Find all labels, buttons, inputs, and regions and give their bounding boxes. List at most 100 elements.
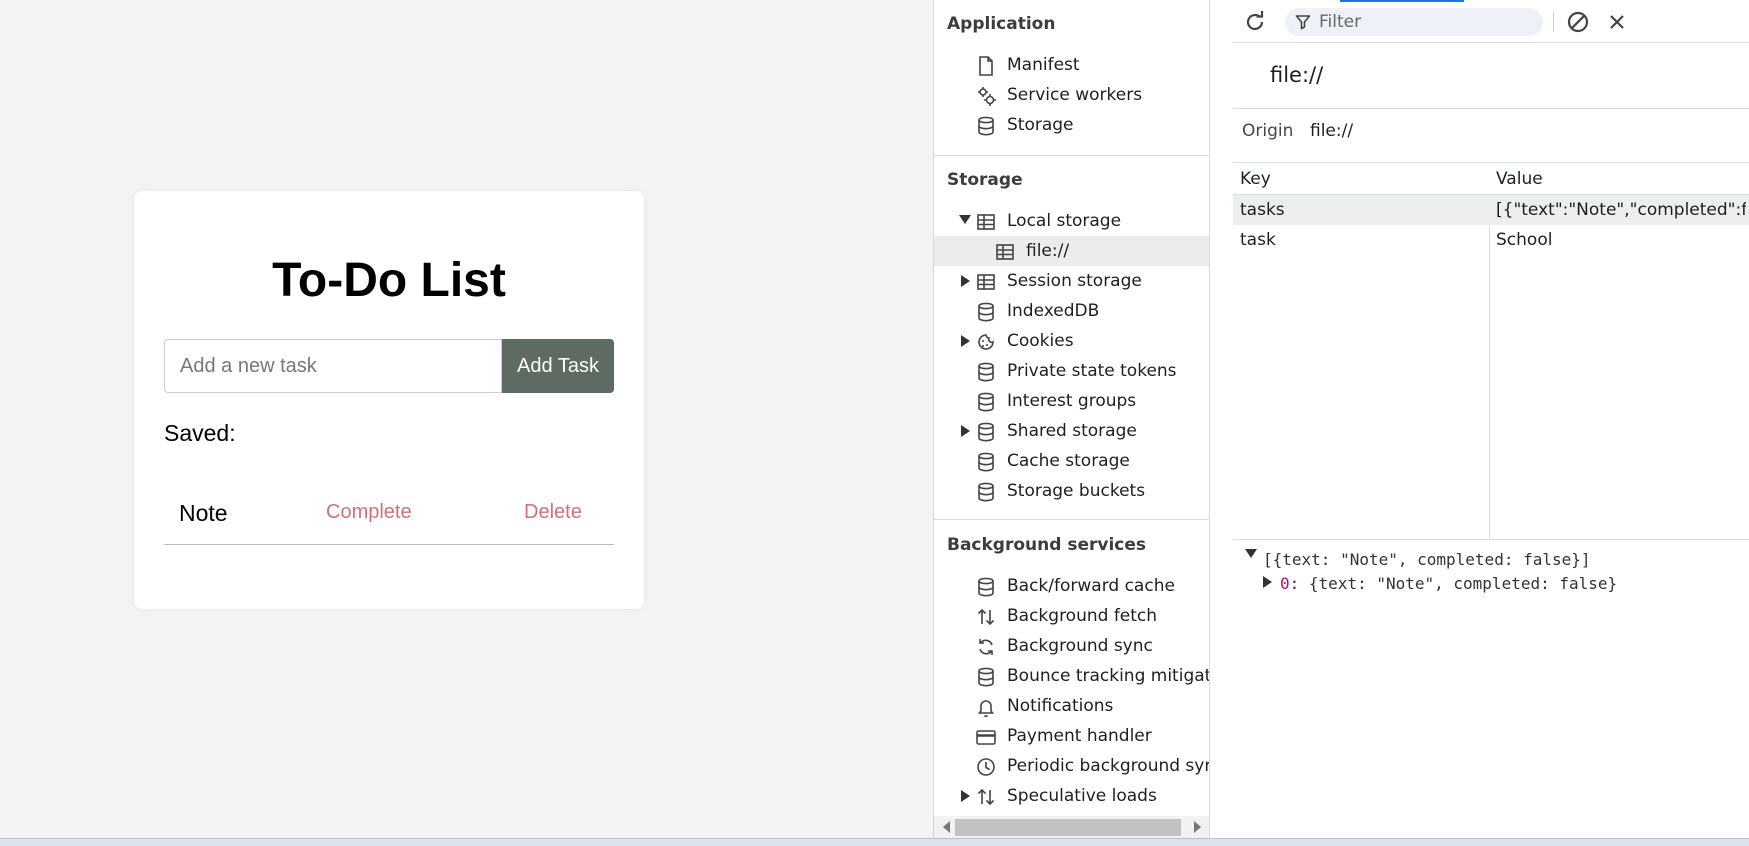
sidebar-item-label: Local storage xyxy=(1007,211,1122,231)
storage-main-pane: file:// Origin file:// Key Value tasks [… xyxy=(1233,0,1749,838)
sidebar-item-label: file:// xyxy=(1026,241,1070,261)
sidebar-item-cache-storage[interactable]: Cache storage xyxy=(934,446,1209,476)
section-divider xyxy=(934,155,1209,156)
column-header-key[interactable]: Key xyxy=(1240,169,1271,189)
sidebar-item-label: Back/forward cache xyxy=(1007,576,1175,596)
table-row[interactable]: tasks [{"text":"Note","completed":f... xyxy=(1233,195,1749,225)
saved-label: Saved: xyxy=(164,420,236,446)
sidebar-item-label: Cache storage xyxy=(1007,451,1130,471)
filter-input[interactable] xyxy=(1319,10,1529,34)
sidebar-item-local-storage[interactable]: Local storage xyxy=(934,206,1209,236)
new-task-input[interactable] xyxy=(164,339,502,393)
expand-triangle-icon[interactable] xyxy=(961,275,970,287)
scroll-thumb-horizontal[interactable] xyxy=(955,819,1181,836)
sidebar-item-label: Service workers xyxy=(1007,85,1143,105)
preview-root[interactable]: [{text: "Note", completed: false}] xyxy=(1263,550,1591,569)
database-icon xyxy=(978,362,994,382)
sidebar-item-indexeddb[interactable]: IndexedDB xyxy=(934,296,1209,326)
sidebar-item-storage-buckets[interactable]: Storage buckets xyxy=(934,476,1209,506)
origin-value: file:// xyxy=(1310,121,1354,141)
sidebar-item-speculative-loads[interactable]: Speculative loads xyxy=(934,781,1209,811)
filter-box[interactable] xyxy=(1285,8,1543,36)
task-text: Note xyxy=(179,500,228,526)
gears-icon xyxy=(978,87,996,106)
expand-triangle-icon[interactable] xyxy=(961,425,970,437)
sidebar-item-label: Manifest xyxy=(1007,55,1080,75)
sidebar-item-interest-groups[interactable]: Interest groups xyxy=(934,386,1209,416)
sidebar-item-label: Session storage xyxy=(1007,271,1142,291)
row-value: School xyxy=(1496,230,1553,250)
sidebar-item-manifest[interactable]: Manifest xyxy=(934,50,1209,80)
preview-child-value: : {text: "Note", completed: false} xyxy=(1289,574,1618,593)
scroll-right-arrow-icon[interactable] xyxy=(1194,821,1201,833)
document-icon xyxy=(979,56,993,76)
sidebar-item-service-workers[interactable]: Service workers xyxy=(934,80,1209,110)
storage-data-grid: Key Value tasks [{"text":"Note","complet… xyxy=(1233,163,1749,540)
sidebar-item-label: Interest groups xyxy=(1007,391,1137,411)
sidebar-item-label: Payment handler xyxy=(1007,726,1152,746)
sidebar-item-bounce-tracking-mitigations[interactable]: Bounce tracking mitigations xyxy=(934,661,1209,691)
sidebar-item-label: Background sync xyxy=(1007,636,1153,656)
sidebar-item-storage[interactable]: Storage xyxy=(934,110,1209,140)
sidebar-item-session-storage[interactable]: Session storage xyxy=(934,266,1209,296)
sidebar-item-label: Background fetch xyxy=(1007,606,1158,626)
task-row: Note Complete Delete xyxy=(164,487,614,545)
database-icon xyxy=(978,422,994,442)
toolbar-divider xyxy=(1553,12,1554,32)
sidebar-item-private-state-tokens[interactable]: Private state tokens xyxy=(934,356,1209,386)
collapse-triangle-icon[interactable] xyxy=(959,215,971,224)
complete-button[interactable]: Complete xyxy=(326,501,412,524)
database-icon xyxy=(978,482,994,502)
row-value: [{"text":"Note","completed":f... xyxy=(1496,200,1746,220)
sidebar-item-file[interactable]: file:// xyxy=(934,236,1209,266)
close-icon[interactable] xyxy=(1605,10,1629,34)
devtools-application-panel: Application Manifest Service workers Storag… xyxy=(933,0,1749,838)
sidebar-item-background-sync[interactable]: Background sync xyxy=(934,631,1209,661)
sidebar-item-label: Bounce tracking mitigations xyxy=(1007,666,1209,686)
sidebar-horizontal-scrollbar[interactable] xyxy=(934,816,1209,838)
preview-child[interactable]: 0: {text: "Note", completed: false} xyxy=(1280,574,1617,593)
delete-button[interactable]: Delete xyxy=(524,501,582,524)
column-header-value[interactable]: Value xyxy=(1496,169,1543,189)
section-title-application[interactable]: Application xyxy=(947,14,1055,34)
database-icon xyxy=(978,302,994,322)
sidebar-item-payment-handler[interactable]: Payment handler xyxy=(934,721,1209,751)
refresh-icon[interactable] xyxy=(1243,10,1267,34)
section-title-background-services[interactable]: Background services xyxy=(947,535,1146,555)
origin-header: file:// xyxy=(1233,43,1749,109)
preview-index: 0 xyxy=(1280,574,1290,593)
database-icon xyxy=(978,577,994,597)
sidebar-item-label: IndexedDB xyxy=(1007,301,1100,321)
row-key: task xyxy=(1240,230,1276,250)
sidebar-item-label: Storage buckets xyxy=(1007,481,1146,501)
sidebar-item-notifications[interactable]: Notifications xyxy=(934,691,1209,721)
todo-card: To-Do List Add Task Saved: Note Complete… xyxy=(134,191,644,609)
collapse-triangle-icon[interactable] xyxy=(1245,549,1257,558)
expand-triangle-icon[interactable] xyxy=(1263,576,1272,588)
clock-icon xyxy=(977,758,995,776)
clear-all-icon[interactable] xyxy=(1566,10,1590,34)
expand-triangle-icon[interactable] xyxy=(961,790,970,802)
sidebar-item-label: Private state tokens xyxy=(1007,361,1177,381)
cookie-icon xyxy=(978,334,994,350)
sidebar-item-back-forward-cache[interactable]: Back/forward cache xyxy=(934,571,1209,601)
filter-icon xyxy=(1295,15,1311,30)
sidebar-item-label: Cookies xyxy=(1007,331,1074,351)
sidebar-item-cookies[interactable]: Cookies xyxy=(934,326,1209,356)
os-taskbar-edge xyxy=(0,838,1749,846)
storage-toolbar xyxy=(1233,0,1749,43)
add-task-button[interactable]: Add Task xyxy=(502,339,614,393)
expand-triangle-icon[interactable] xyxy=(961,335,970,347)
sidebar-item-label: Shared storage xyxy=(1007,421,1137,441)
scroll-left-arrow-icon[interactable] xyxy=(943,821,950,833)
sidebar-item-label: Periodic background sync xyxy=(1007,756,1210,776)
table-row[interactable]: task School xyxy=(1233,225,1749,255)
sidebar-item-label: Storage xyxy=(1007,115,1074,135)
section-divider xyxy=(934,519,1209,520)
web-page: To-Do List Add Task Saved: Note Complete… xyxy=(0,0,933,838)
sidebar-item-shared-storage[interactable]: Shared storage xyxy=(934,416,1209,446)
section-title-storage[interactable]: Storage xyxy=(947,170,1023,190)
sidebar-item-background-fetch[interactable]: Background fetch xyxy=(934,601,1209,631)
database-icon xyxy=(978,452,994,472)
sidebar-item-periodic-background-sync[interactable]: Periodic background sync xyxy=(934,751,1210,781)
